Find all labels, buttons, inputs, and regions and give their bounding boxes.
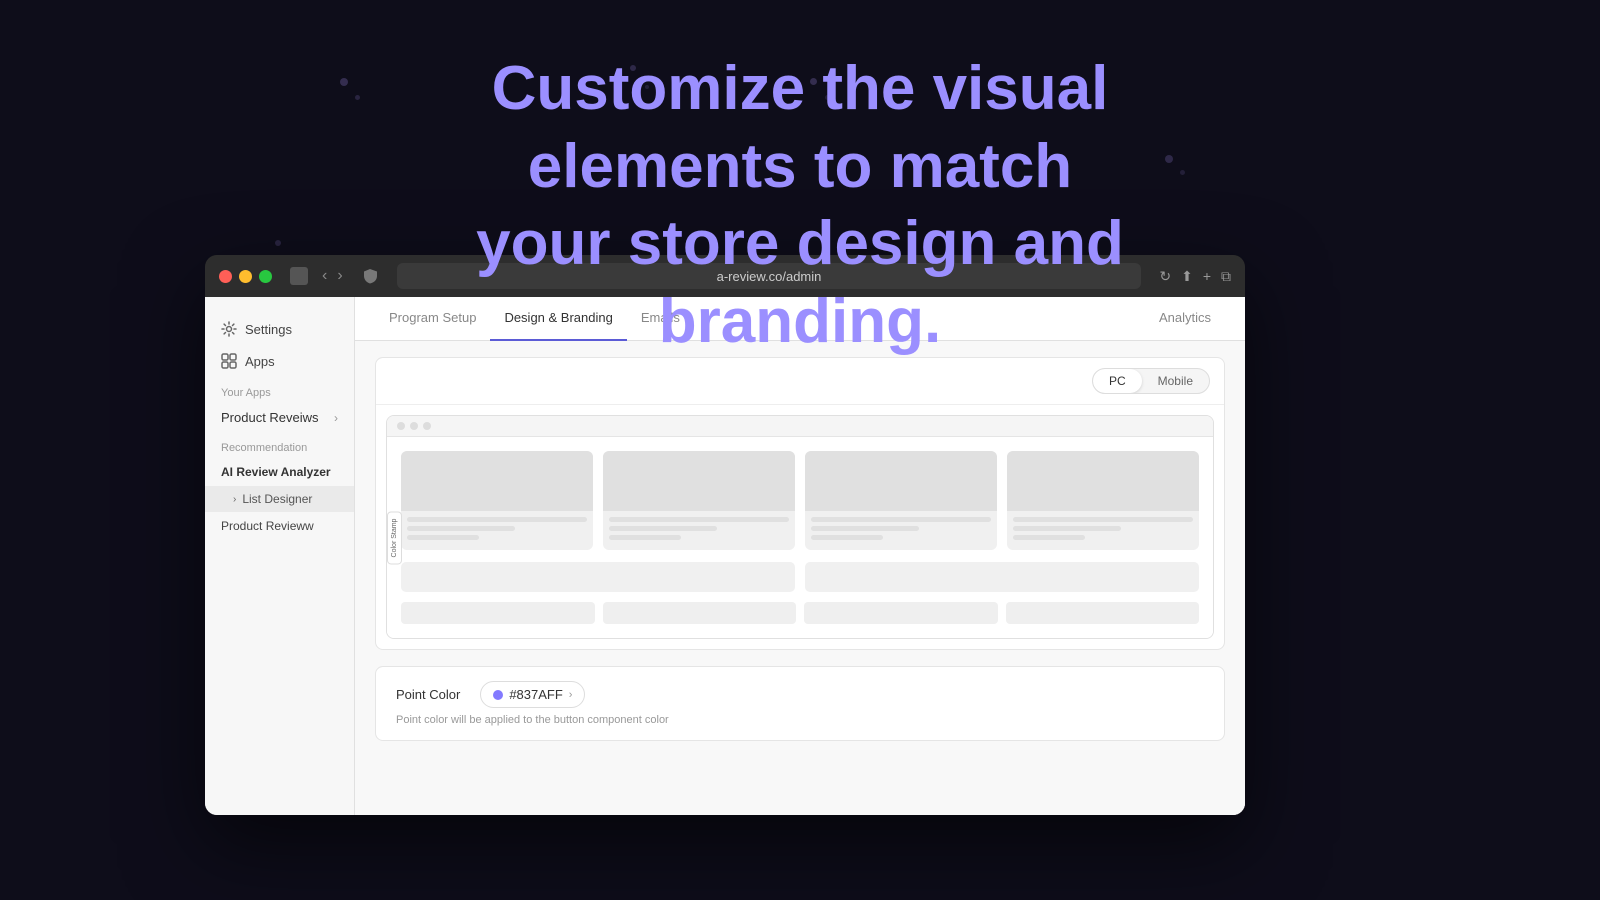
preview-panel: PC Mobile bbox=[375, 357, 1225, 650]
row-banner-1 bbox=[401, 562, 795, 592]
row-banner-sm-1 bbox=[401, 602, 595, 624]
pc-button[interactable]: PC bbox=[1093, 369, 1142, 393]
product-lines-2 bbox=[603, 511, 795, 550]
product-lines-4 bbox=[1007, 511, 1199, 550]
color-stamp: Color Stamp bbox=[387, 511, 402, 564]
row-banner-sm-3 bbox=[804, 602, 998, 624]
mini-browser-preview: Color Stamp bbox=[386, 415, 1214, 639]
product-card-2 bbox=[603, 451, 795, 550]
product-image-3 bbox=[805, 451, 997, 511]
color-picker-button[interactable]: #837AFF › bbox=[480, 681, 585, 708]
row-banner-sm-4 bbox=[1006, 602, 1200, 624]
product-line bbox=[609, 517, 789, 522]
mini-tl-2 bbox=[410, 422, 418, 430]
point-color-label: Point Color bbox=[396, 687, 460, 702]
product-image-4 bbox=[1007, 451, 1199, 511]
mini-tl-1 bbox=[397, 422, 405, 430]
row-banner-sm-2 bbox=[603, 602, 797, 624]
ai-review-analyzer-label: AI Review Analyzer bbox=[221, 465, 331, 479]
sidebar: Settings Apps Your Apps Product Reveiws … bbox=[205, 297, 355, 815]
sidebar-item-product-review[interactable]: Product Revieww bbox=[205, 512, 354, 540]
point-color-row: Point Color #837AFF › bbox=[396, 681, 1204, 708]
list-designer-label: List Designer bbox=[242, 492, 312, 506]
point-color-section: Point Color #837AFF › Point color will b… bbox=[375, 666, 1225, 741]
color-stamp-container: Color Stamp bbox=[387, 511, 402, 564]
content-area: PC Mobile bbox=[355, 341, 1245, 815]
row-banners bbox=[401, 562, 1199, 592]
main-content: Program Setup Design & Branding Emails A… bbox=[355, 297, 1245, 815]
chevron-right-icon: › bbox=[569, 689, 573, 701]
product-card-1 bbox=[401, 451, 593, 550]
mini-browser-bar bbox=[387, 416, 1213, 437]
mini-tl-3 bbox=[423, 422, 431, 430]
chevron-right-small-icon: › bbox=[233, 494, 236, 505]
product-card-4 bbox=[1007, 451, 1199, 550]
hero-section: Customize the visual elements to match y… bbox=[0, 50, 1600, 360]
color-value: #837AFF bbox=[509, 687, 562, 702]
product-card-3 bbox=[805, 451, 997, 550]
product-lines-3 bbox=[805, 511, 997, 550]
point-color-description: Point color will be applied to the butto… bbox=[396, 714, 1204, 726]
mobile-button[interactable]: Mobile bbox=[1142, 369, 1209, 393]
preview-header: PC Mobile bbox=[376, 358, 1224, 405]
your-apps-section-label: Your Apps bbox=[205, 377, 354, 403]
row-banner-2 bbox=[805, 562, 1199, 592]
sidebar-item-ai-review-analyzer[interactable]: AI Review Analyzer bbox=[205, 458, 354, 486]
product-line bbox=[1013, 535, 1085, 540]
device-toggle: PC Mobile bbox=[1092, 368, 1210, 394]
row-banner-bottom bbox=[401, 602, 1199, 624]
hero-line1: Customize the visual elements to match bbox=[492, 54, 1109, 201]
product-line bbox=[811, 517, 991, 522]
product-line bbox=[609, 526, 717, 531]
product-line bbox=[1013, 526, 1121, 531]
product-line bbox=[609, 535, 681, 540]
hero-line2: your store design and branding. bbox=[476, 209, 1124, 356]
product-review-label: Product Revieww bbox=[221, 519, 314, 533]
product-image-1 bbox=[401, 451, 593, 511]
product-line bbox=[407, 517, 587, 522]
product-line bbox=[407, 526, 515, 531]
product-image-2 bbox=[603, 451, 795, 511]
product-line bbox=[811, 526, 919, 531]
color-dot bbox=[493, 690, 503, 700]
product-line bbox=[811, 535, 883, 540]
product-reviews-label: Product Reveiws bbox=[221, 410, 319, 425]
chevron-right-icon: › bbox=[334, 411, 338, 425]
mini-body: Color Stamp bbox=[387, 437, 1213, 638]
recommendation-section-label: Recommendation bbox=[205, 432, 354, 458]
sidebar-item-list-designer[interactable]: › List Designer bbox=[205, 486, 354, 512]
browser-body: Settings Apps Your Apps Product Reveiws … bbox=[205, 297, 1245, 815]
product-lines-1 bbox=[401, 511, 593, 550]
product-grid bbox=[401, 451, 1199, 550]
product-line bbox=[1013, 517, 1193, 522]
sidebar-item-product-reviews[interactable]: Product Reveiws › bbox=[205, 403, 354, 432]
product-line bbox=[407, 535, 479, 540]
